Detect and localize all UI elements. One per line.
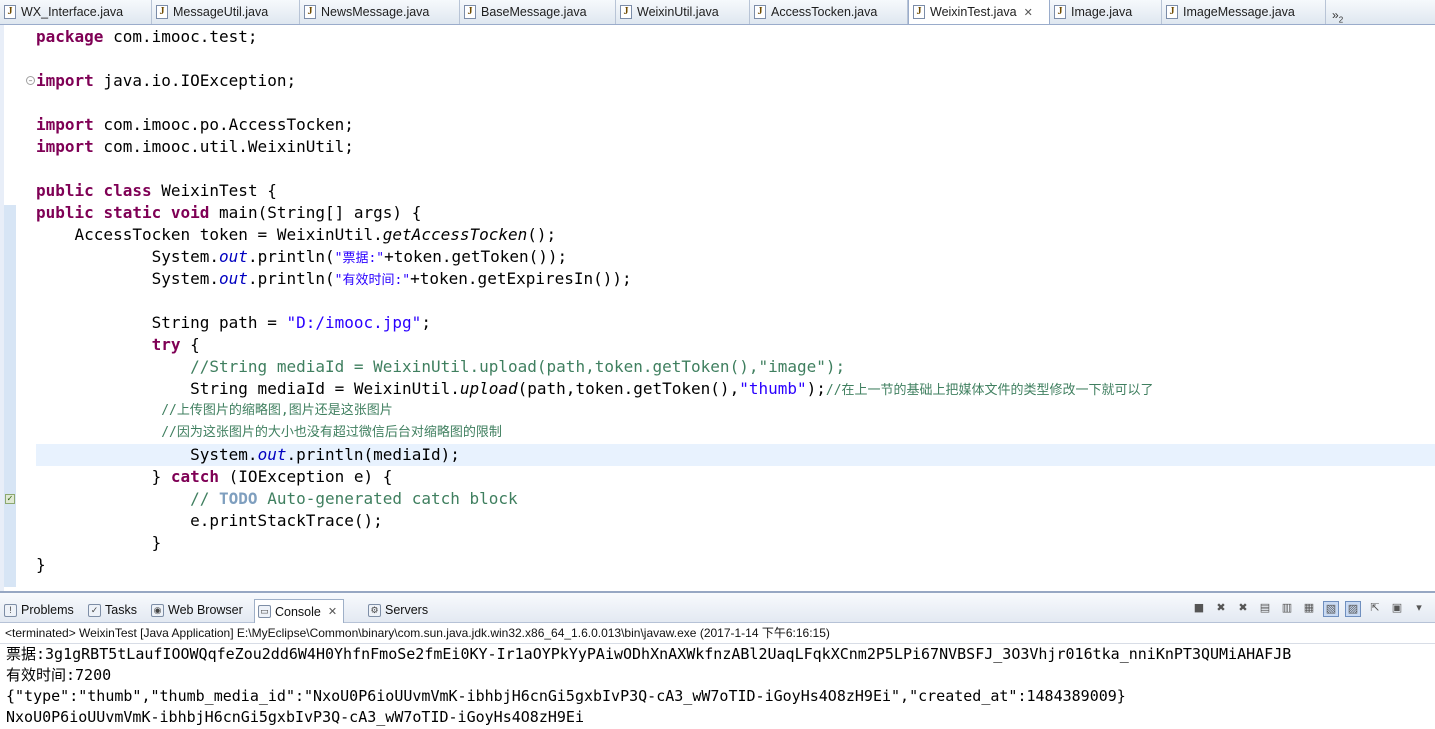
editor-tab-basemessage[interactable]: J BaseMessage.java [460, 0, 616, 24]
code-editor[interactable]: – ✓ package com.imooc.test; import java.… [0, 25, 1435, 591]
code-line: System.out.println("有效时间:"+token.getExpi… [36, 269, 632, 288]
code-line: System.out.println("票据:"+token.getToken(… [36, 247, 568, 266]
tab-problems[interactable]: ! Problems [4, 599, 74, 621]
java-file-icon: J [1166, 5, 1178, 19]
pin-console-icon[interactable]: ⇱ [1367, 601, 1383, 617]
editor-tab-label: WeixinTest.java [930, 5, 1017, 19]
console-view: ! Problems ✓ Tasks ◉ Web Browser ▭ Conso… [0, 591, 1435, 729]
console-line: 票据:3g1gRBT5tLaufIOOWQqfeZou2dd6W4H0YhfnF… [6, 645, 1292, 663]
tab-servers[interactable]: ⚙ Servers [368, 599, 428, 621]
terminate-icon[interactable]: ■ [1191, 601, 1207, 617]
code-line: //上传图片的缩略图,图片还是这张图片 [36, 403, 393, 418]
remove-all-terminated-icon[interactable]: ✖ [1235, 601, 1251, 617]
code-line: import java.io.IOException; [36, 71, 297, 90]
editor-tab-bar: J WX_Interface.java J MessageUtil.java J… [0, 0, 1435, 25]
word-wrap-icon[interactable]: ▦ [1301, 601, 1317, 617]
java-file-icon: J [620, 5, 632, 19]
code-line: import com.imooc.util.WeixinUtil; [36, 137, 354, 156]
java-file-icon: J [156, 5, 168, 19]
tab-console[interactable]: ▭ Console ✕ [254, 599, 345, 623]
editor-tab-image[interactable]: J Image.java [1050, 0, 1162, 24]
editor-tab-wx-interface[interactable]: J WX_Interface.java [0, 0, 152, 24]
clear-console-icon[interactable]: ▤ [1257, 601, 1273, 617]
fold-collapse-icon[interactable]: – [26, 76, 35, 85]
java-file-icon: J [304, 5, 316, 19]
editor-gutter: – ✓ [4, 25, 35, 591]
editor-tab-weixinutil[interactable]: J WeixinUtil.java [616, 0, 750, 24]
editor-tab-label: NewsMessage.java [321, 5, 430, 19]
editor-tab-label: WeixinUtil.java [637, 5, 719, 19]
code-line: package com.imooc.test; [36, 27, 258, 46]
code-line: String mediaId = WeixinUtil.upload(path,… [36, 379, 1154, 398]
close-icon[interactable]: ✕ [328, 605, 337, 618]
remove-launch-icon[interactable]: ✖ [1213, 601, 1229, 617]
editor-tab-messageutil[interactable]: J MessageUtil.java [152, 0, 300, 24]
console-icon: ▭ [258, 605, 271, 618]
editor-tab-label: ImageMessage.java [1183, 5, 1295, 19]
editor-tab-accesstocken[interactable]: J AccessTocken.java [750, 0, 908, 24]
tab-web-browser[interactable]: ◉ Web Browser [151, 599, 243, 621]
editor-tab-label: BaseMessage.java [481, 5, 587, 19]
code-text[interactable]: package com.imooc.test; import java.io.I… [36, 26, 1435, 576]
close-icon[interactable]: ✕ [1024, 6, 1033, 19]
tab-tasks[interactable]: ✓ Tasks [88, 599, 137, 621]
show-console-on-error-icon[interactable]: ▨ [1345, 601, 1361, 617]
console-line: NxoU0P6ioUUvmVmK-ibhbjH6cnGi5gxbIvP3Q-cA… [6, 708, 584, 726]
task-marker-icon[interactable]: ✓ [5, 494, 15, 504]
console-line: {"type":"thumb","thumb_media_id":"NxoU0P… [6, 687, 1126, 705]
code-line: try { [151, 335, 200, 354]
editor-tab-label: AccessTocken.java [771, 5, 878, 19]
current-code-line: System.out.println(mediaId); [36, 444, 1435, 466]
console-status: <terminated> WeixinTest [Java Applicatio… [0, 623, 1435, 644]
web-browser-icon: ◉ [151, 603, 164, 617]
code-line: } [36, 533, 162, 552]
code-line: public class WeixinTest { [36, 181, 277, 200]
editor-tab-label: Image.java [1071, 5, 1133, 19]
editor-tab-weixintest[interactable]: J WeixinTest.java ✕ [908, 0, 1050, 24]
java-file-icon: J [464, 5, 476, 19]
java-file-icon: J [754, 5, 766, 19]
java-file-icon: J [913, 5, 925, 19]
code-line: e.printStackTrace(); [36, 511, 383, 530]
editor-tab-label: WX_Interface.java [21, 5, 124, 19]
code-line: //String mediaId = WeixinUtil.upload(pat… [36, 357, 846, 376]
show-console-on-output-icon[interactable]: ▧ [1323, 601, 1339, 617]
code-line: public static void main(String[] args) { [36, 203, 422, 222]
code-line: import com.imooc.po.AccessTocken; [36, 115, 354, 134]
tasks-icon: ✓ [88, 603, 101, 617]
console-line: 有效时间:7200 [6, 666, 112, 684]
code-line: } [36, 555, 46, 574]
editor-tab-newsmessage[interactable]: J NewsMessage.java [300, 0, 460, 24]
code-line: AccessTocken token = WeixinUtil.getAcces… [36, 225, 557, 244]
code-line: } catch (IOException e) { [36, 467, 393, 486]
problems-icon: ! [4, 603, 17, 617]
display-selected-console-icon[interactable]: ▣ [1389, 601, 1405, 617]
java-file-icon: J [4, 5, 16, 19]
code-line: //因为这张图片的大小也没有超过微信后台对缩略图的限制 [36, 425, 502, 440]
console-output[interactable]: 票据:3g1gRBT5tLaufIOOWQqfeZou2dd6W4H0YhfnF… [0, 644, 1435, 728]
view-menu-chevron-down-icon[interactable]: ▾ [1411, 601, 1427, 617]
console-toolbar: ■ ✖ ✖ ▤ ▥ ▦ ▧ ▨ ⇱ ▣ ▾ [1191, 601, 1427, 617]
view-tab-bar: ! Problems ✓ Tasks ◉ Web Browser ▭ Conso… [0, 593, 1435, 623]
java-file-icon: J [1054, 5, 1066, 19]
scroll-lock-icon[interactable]: ▥ [1279, 601, 1295, 617]
servers-icon: ⚙ [368, 603, 381, 617]
editor-tab-imagemessage[interactable]: J ImageMessage.java [1162, 0, 1326, 24]
code-line: // TODO Auto-generated catch block [190, 489, 518, 508]
code-line: String path = "D:/imooc.jpg"; [36, 313, 431, 332]
editor-tab-label: MessageUtil.java [173, 5, 269, 19]
tab-overflow-button[interactable]: »2 [1326, 8, 1343, 24]
